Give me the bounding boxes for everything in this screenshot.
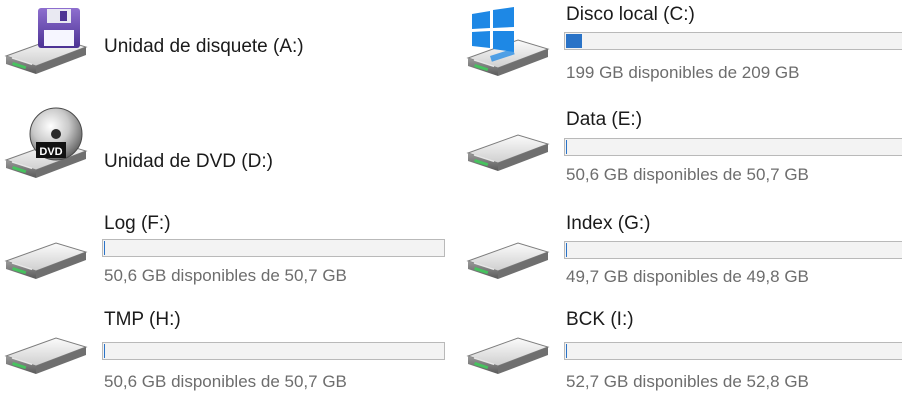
drive-name: Unidad de DVD (D:) [104,151,273,172]
hard-drive-icon [462,300,552,380]
usage-bar-fill [566,344,567,358]
usage-bar [564,342,902,360]
usage-bar [102,342,445,360]
dvd-drive-icon: DVD [0,107,90,184]
usage-bar-fill [104,241,105,255]
free-space-text: 52,7 GB disponibles de 52,8 GB [566,372,809,391]
drive-name: Index (G:) [566,213,651,234]
drive-item-d[interactable]: DVD Unidad de DVD (D:) [0,98,450,198]
usage-bar-fill [566,34,582,48]
drive-name: Log (F:) [104,213,171,234]
drive-item-i[interactable]: BCK (I:) 52,7 GB disponibles de 52,8 GB [462,300,902,397]
drive-name: Disco local (C:) [566,4,695,25]
drive-name: Unidad de disquete (A:) [104,36,304,57]
drive-item-h[interactable]: TMP (H:) 50,6 GB disponibles de 50,7 GB [0,300,450,397]
drive-item-e[interactable]: Data (E:) 50,6 GB disponibles de 50,7 GB [462,105,902,200]
free-space-text: 50,6 GB disponibles de 50,7 GB [104,372,347,391]
drive-name: TMP (H:) [104,309,181,330]
drive-name: BCK (I:) [566,309,634,330]
windows-logo-icon [472,7,514,52]
usage-bar-fill [104,344,105,358]
usage-bar [564,241,902,259]
windows-system-drive-icon [462,7,552,82]
drives-view: { "drives": [ { "id": "A", "name": "Unid… [0,0,902,397]
drive-item-f[interactable]: Log (F:) 50,6 GB disponibles de 50,7 GB [0,205,450,300]
free-space-text: 199 GB disponibles de 209 GB [566,63,800,82]
drive-item-c[interactable]: Disco local (C:) 199 GB disponibles de 2… [462,0,902,95]
hard-drive-icon [0,205,90,285]
free-space-text: 50,6 GB disponibles de 50,7 GB [566,165,809,184]
hard-drive-icon [0,300,90,380]
usage-bar [102,239,445,257]
usage-bar-fill [566,140,567,154]
usage-bar [564,138,902,156]
drive-item-a[interactable]: Unidad de disquete (A:) [0,0,450,95]
drive-item-g[interactable]: Index (G:) 49,7 GB disponibles de 49,8 G… [462,205,902,300]
usage-bar-fill [566,243,567,257]
dvd-label: DVD [39,146,62,158]
hard-drive-icon [462,97,552,177]
free-space-text: 50,6 GB disponibles de 50,7 GB [104,266,347,285]
drive-name: Data (E:) [566,109,643,130]
free-space-text: 49,7 GB disponibles de 49,8 GB [566,267,809,286]
usage-bar [564,32,902,50]
hard-drive-icon [462,205,552,285]
floppy-drive-icon [0,8,90,80]
